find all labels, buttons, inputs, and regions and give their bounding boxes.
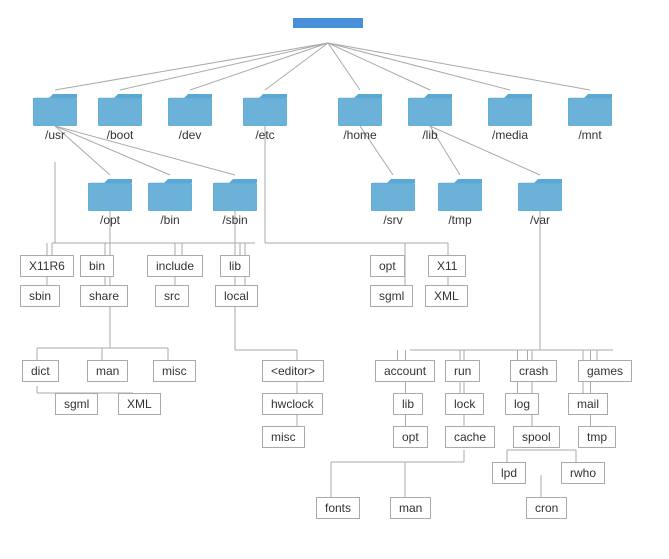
box-tmp2: tmp [578, 426, 616, 448]
box-run: run [445, 360, 480, 382]
folder-usr: /usr [33, 90, 77, 142]
box-lib2: lib [220, 255, 250, 277]
folder-icon-opt [88, 175, 132, 211]
folder-etc: /etc [243, 90, 287, 142]
folder-opt: /opt [88, 175, 132, 227]
box-hwclock: hwclock [262, 393, 323, 415]
box-XML: XML [425, 285, 468, 307]
folder-media: /media [488, 90, 532, 142]
box-include: include [147, 255, 203, 277]
box-lock: lock [445, 393, 484, 415]
box-share: share [80, 285, 128, 307]
box-XML2: XML [118, 393, 161, 415]
box-opt3: opt [393, 426, 428, 448]
folder-label-opt: /opt [100, 213, 120, 227]
folder-tmp: /tmp [438, 175, 482, 227]
box-bin2: bin [80, 255, 114, 277]
folder-boot: /boot [98, 90, 142, 142]
box-lpd: lpd [492, 462, 526, 484]
folder-var: /var [518, 175, 562, 227]
box-man2: man [390, 497, 431, 519]
folder-icon-lib [408, 90, 452, 126]
folder-icon-etc [243, 90, 287, 126]
tree-container: /usr /boot /dev /etc /home /lib /media [0, 0, 669, 559]
folder-icon-bin [148, 175, 192, 211]
folder-icon-home [338, 90, 382, 126]
folder-label-boot: /boot [107, 128, 134, 142]
folder-label-etc: /etc [255, 128, 274, 142]
folder-icon-srv [371, 175, 415, 211]
folder-label-srv: /srv [383, 213, 402, 227]
folder-dev: /dev [168, 90, 212, 142]
box-lib3: lib [393, 393, 423, 415]
folder-srv: /srv [371, 175, 415, 227]
box-log: log [505, 393, 539, 415]
folder-icon-tmp [438, 175, 482, 211]
folder-label-dev: /dev [179, 128, 202, 142]
folder-icon-sbin [213, 175, 257, 211]
folder-icon-dev [168, 90, 212, 126]
folder-bin: /bin [148, 175, 192, 227]
box-cache: cache [445, 426, 495, 448]
box-rwho: rwho [561, 462, 605, 484]
box-games: games [578, 360, 632, 382]
box-sgml2: sgml [55, 393, 98, 415]
box-misc2: misc [262, 426, 305, 448]
folder-label-mnt: /mnt [578, 128, 601, 142]
box-crash: crash [510, 360, 557, 382]
box-spool: spool [513, 426, 560, 448]
folder-home: /home [338, 90, 382, 142]
box-sbin2: sbin [20, 285, 60, 307]
box-fonts: fonts [316, 497, 360, 519]
box-sgml: sgml [370, 285, 413, 307]
box-src: src [155, 285, 189, 307]
folder-label-bin: /bin [160, 213, 179, 227]
box-editor: <editor> [262, 360, 324, 382]
box-opt2: opt [370, 255, 405, 277]
folder-label-home: /home [343, 128, 376, 142]
folder-label-media: /media [492, 128, 528, 142]
box-account: account [375, 360, 435, 382]
box-man: man [87, 360, 128, 382]
box-misc: misc [153, 360, 196, 382]
box-mail: mail [568, 393, 608, 415]
folder-label-var: /var [530, 213, 550, 227]
folder-label-lib: /lib [422, 128, 437, 142]
box-cron: cron [526, 497, 567, 519]
folder-lib: /lib [408, 90, 452, 142]
folder-icon-usr [33, 90, 77, 126]
folder-icon-media [488, 90, 532, 126]
box-dict: dict [22, 360, 59, 382]
root-node [293, 18, 363, 28]
folder-label-usr: /usr [45, 128, 65, 142]
folder-mnt: /mnt [568, 90, 612, 142]
folder-icon-var [518, 175, 562, 211]
box-X11R6: X11R6 [20, 255, 74, 277]
folder-icon-boot [98, 90, 142, 126]
box-X11: X11 [428, 255, 466, 277]
folder-icon-mnt [568, 90, 612, 126]
box-local: local [215, 285, 258, 307]
folder-sbin: /sbin [213, 175, 257, 227]
folder-label-sbin: /sbin [222, 213, 247, 227]
folder-label-tmp: /tmp [448, 213, 471, 227]
